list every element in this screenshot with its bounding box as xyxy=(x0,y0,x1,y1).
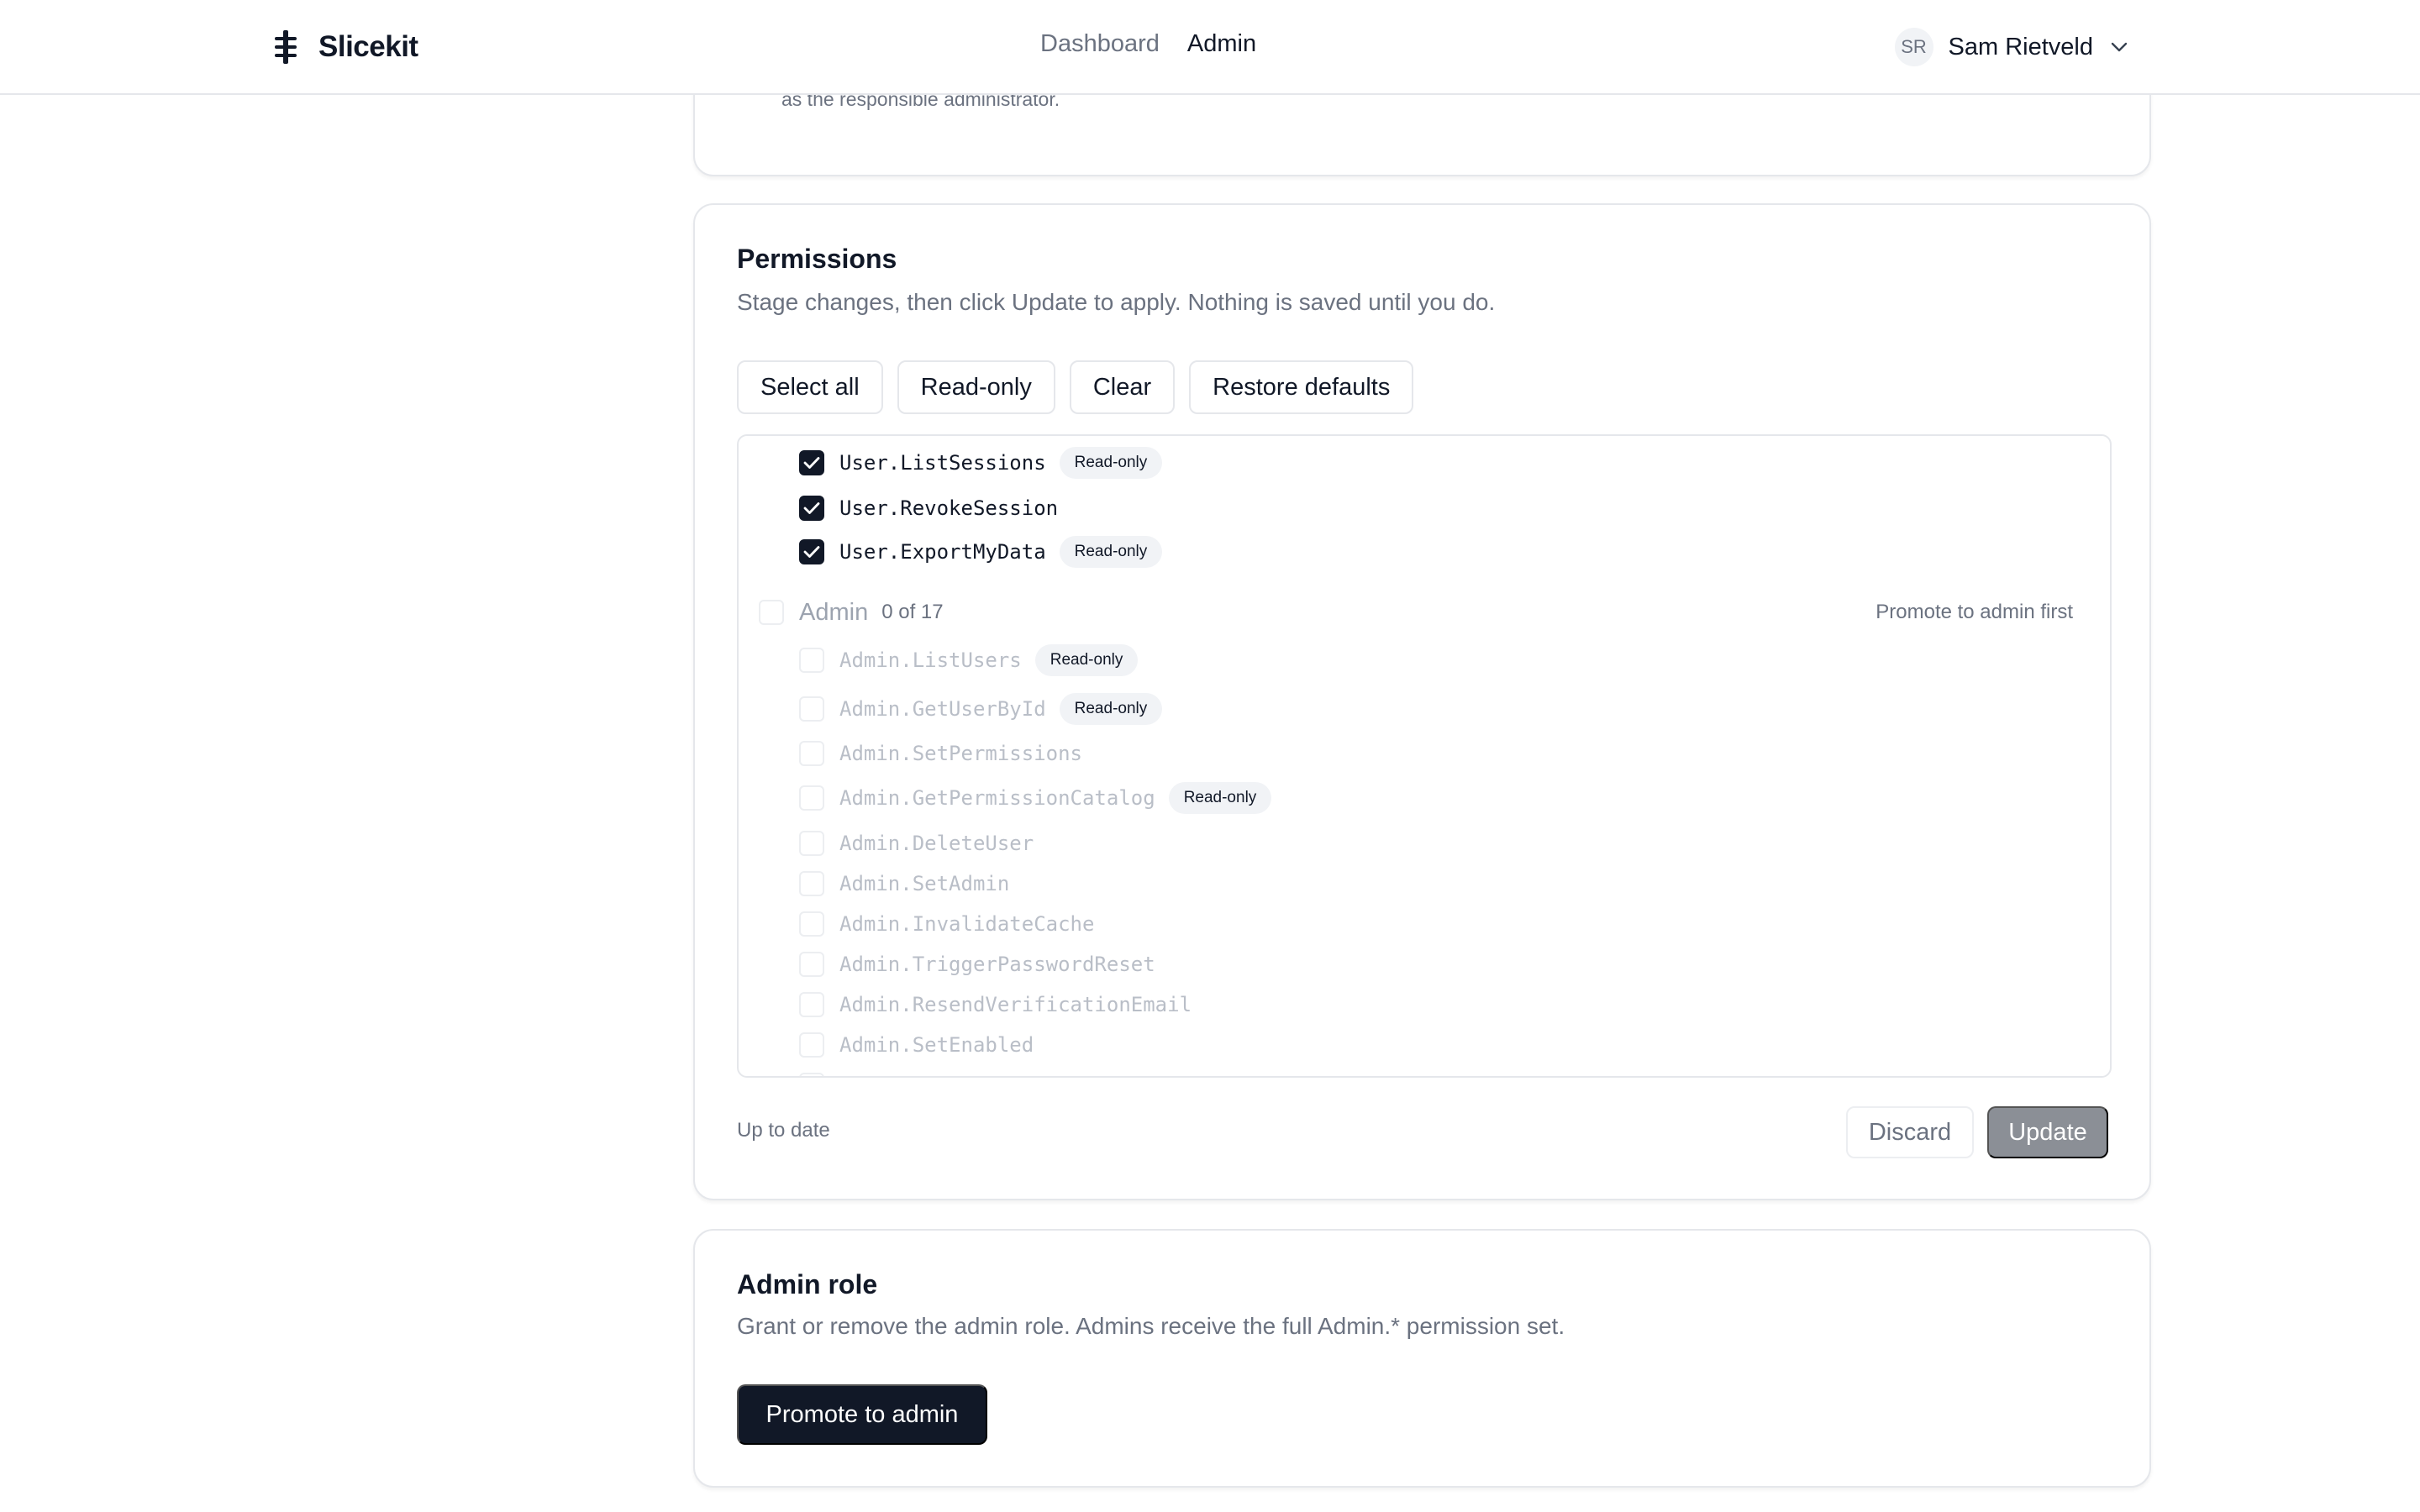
permission-name: Admin.SetAdmin xyxy=(839,872,1010,895)
checkmark-icon xyxy=(803,546,820,558)
permission-row: Admin.ResendVerificationEmail xyxy=(799,988,1192,1021)
select-all-button[interactable]: Select all xyxy=(737,360,883,414)
avatar: SR xyxy=(1894,28,1933,66)
update-button[interactable]: Update xyxy=(1987,1106,2108,1158)
chevron-down-icon xyxy=(2111,42,2128,52)
permission-name: Admin.InvalidateCache xyxy=(839,912,1095,936)
permission-checkbox[interactable] xyxy=(799,648,824,673)
permission-checkbox[interactable] xyxy=(799,952,824,977)
admin-group-header: Admin 0 of 17 Promote to admin first xyxy=(759,596,2093,629)
main-nav: Dashboard Admin xyxy=(1040,30,1256,58)
admin-role-subtitle: Grant or remove the admin role. Admins r… xyxy=(737,1313,1565,1339)
admin-group-label: Admin xyxy=(799,598,869,626)
permission-row: Admin.DeleteUser xyxy=(799,827,1034,860)
permission-checkbox[interactable] xyxy=(799,741,824,766)
permission-name: Admin.GetPermissionCatalog xyxy=(839,786,1155,810)
permission-name: Admin.ListUsers xyxy=(839,648,1022,672)
permission-checkbox[interactable] xyxy=(799,785,824,811)
read-only-badge: Read-only xyxy=(1168,782,1272,814)
permissions-actions: Select all Read-only Clear Restore defau… xyxy=(737,360,1414,414)
permission-name: Admin.DeleteUser xyxy=(839,832,1034,855)
permission-checkbox[interactable] xyxy=(799,911,824,937)
read-only-badge: Read-only xyxy=(1034,644,1139,676)
permission-checkbox[interactable] xyxy=(799,696,824,722)
permission-checkbox[interactable] xyxy=(799,1073,824,1076)
permission-row: Admin.InvalidateCache xyxy=(799,907,1094,941)
promote-to-admin-button[interactable]: Promote to admin xyxy=(737,1384,987,1445)
read-only-badge: Read-only xyxy=(1059,693,1163,725)
slicekit-logo-icon xyxy=(275,30,297,64)
user-menu[interactable]: SR Sam Rietveld xyxy=(1894,28,2128,66)
permission-row: User.ListSessions Read-only xyxy=(799,446,1163,480)
permission-name: Admin.GetUserById xyxy=(839,697,1046,721)
save-status: Up to date xyxy=(737,1119,830,1142)
permission-name: Admin.TriggerPasswordReset xyxy=(839,953,1155,976)
permissions-title: Permissions xyxy=(737,244,897,274)
permission-checkbox[interactable] xyxy=(799,831,824,856)
user-name: Sam Rietveld xyxy=(1948,33,2093,60)
nav-admin[interactable]: Admin xyxy=(1187,30,1256,58)
permission-row: Admin.GetUserById Read-only xyxy=(799,692,1163,726)
permission-name: Admin.SetEnabled xyxy=(839,1033,1034,1057)
permission-checkbox[interactable] xyxy=(799,450,824,475)
discard-button[interactable]: Discard xyxy=(1846,1106,1974,1158)
permission-checkbox[interactable] xyxy=(799,992,824,1017)
admin-group-note: Promote to admin first xyxy=(1876,601,2073,623)
nav-dashboard[interactable]: Dashboard xyxy=(1040,30,1160,58)
permission-row: Admin.TriggerPasswordReset xyxy=(799,948,1155,981)
top-navbar: Slicekit Dashboard Admin SR Sam Rietveld xyxy=(0,0,2420,95)
permission-checkbox[interactable] xyxy=(799,1032,824,1058)
clear-button[interactable]: Clear xyxy=(1069,360,1176,414)
admin-role-title: Admin role xyxy=(737,1269,878,1299)
brand[interactable]: Slicekit xyxy=(273,25,418,69)
permission-row: Admin.SetPermissions xyxy=(799,737,1082,770)
permission-checkbox[interactable] xyxy=(799,539,824,564)
permissions-list[interactable]: User.ListSessions Read-only User.RevokeS… xyxy=(737,434,2112,1078)
admin-role-card: Admin role Grant or remove the admin rol… xyxy=(693,1229,2151,1488)
admin-group-checkbox[interactable] xyxy=(759,600,784,625)
read-only-badge: Read-only xyxy=(1059,536,1163,568)
checkmark-icon xyxy=(803,502,820,514)
permission-row: Admin.ListUsers Read-only xyxy=(799,643,1139,677)
permission-checkbox[interactable] xyxy=(799,871,824,896)
permission-name: Admin.ResendVerificationEmail xyxy=(839,993,1192,1016)
permission-row: Admin.SetAdmin xyxy=(799,867,1009,900)
permission-name: User.ListSessions xyxy=(839,451,1046,475)
restore-defaults-button[interactable]: Restore defaults xyxy=(1189,360,1414,414)
checkmark-icon xyxy=(803,457,820,469)
permissions-subtitle: Stage changes, then click Update to appl… xyxy=(737,289,1496,315)
read-only-button[interactable]: Read-only xyxy=(897,360,1055,414)
permission-row: Admin.GetPermissionCatalog Read-only xyxy=(799,781,1272,815)
permission-name: User.ExportMyData xyxy=(839,540,1046,564)
admin-group-count: 0 of 17 xyxy=(881,601,944,623)
permission-row: Admin.SetEnabled xyxy=(799,1028,1034,1062)
permission-row: User.ExportMyData Read-only xyxy=(799,535,1163,569)
permission-checkbox[interactable] xyxy=(799,496,824,521)
app-name: Slicekit xyxy=(318,30,418,63)
permission-name: Admin.SetPermissions xyxy=(839,742,1082,765)
read-only-badge: Read-only xyxy=(1059,447,1163,479)
permission-name: User.RevokeSession xyxy=(839,496,1059,520)
permissions-card: Permissions Stage changes, then click Up… xyxy=(693,203,2151,1200)
permission-row-clipped xyxy=(799,1068,824,1076)
permission-row: User.RevokeSession xyxy=(799,491,1058,525)
